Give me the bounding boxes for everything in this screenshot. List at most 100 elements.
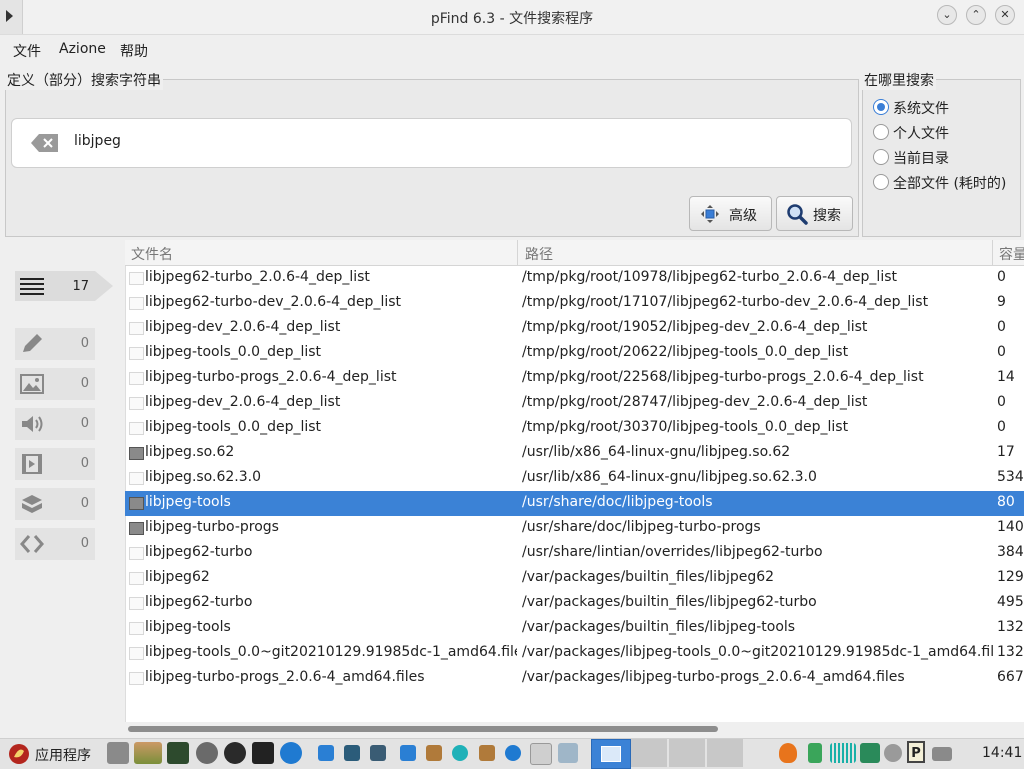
magnifier-icon (787, 204, 808, 225)
search-input-value[interactable]: libjpeg (74, 133, 121, 149)
cell-size: 132 (997, 619, 1024, 635)
menu-file[interactable]: 文件 (13, 41, 41, 61)
move-arrows-icon (701, 205, 719, 223)
column-header-path[interactable]: 路径 (525, 244, 553, 264)
table-row[interactable]: libjpeg-turbo-progs_2.0.6-4_dep_list/tmp… (125, 366, 1024, 391)
cell-path: /tmp/pkg/root/28747/libjpeg-dev_2.0.6-4_… (522, 394, 868, 410)
cell-name: libjpeg-tools_0.0_dep_list (145, 344, 322, 360)
table-row[interactable]: libjpeg-dev_2.0.6-4_dep_list/tmp/pkg/roo… (125, 391, 1024, 416)
display-icon[interactable] (860, 743, 880, 763)
system-monitor-icon[interactable] (167, 742, 189, 764)
volume-icon[interactable] (884, 744, 902, 762)
table-row[interactable]: libjpeg-tools/usr/share/doc/libjpeg-tool… (125, 491, 1024, 516)
clock: 14:41 (982, 745, 1023, 761)
search-button[interactable]: 搜索 (776, 196, 853, 231)
screen-icon[interactable] (370, 745, 386, 761)
column-header-name[interactable]: 文件名 (131, 244, 173, 264)
category-code[interactable]: 0 (15, 528, 95, 560)
category-audio[interactable]: 0 (15, 408, 95, 440)
minimize-button[interactable]: ⌄ (937, 5, 957, 25)
category-archives-count: 0 (80, 496, 89, 511)
cell-size: 17 (997, 444, 1015, 460)
cell-path: /usr/share/lintian/overrides/libjpeg62-t… (522, 544, 823, 560)
folder-icon[interactable] (318, 745, 334, 761)
package-tool-icon[interactable] (426, 745, 442, 761)
column-divider[interactable] (992, 240, 993, 265)
close-button[interactable]: ✕ (995, 5, 1015, 25)
media-player-icon[interactable] (224, 742, 246, 764)
table-row[interactable]: libjpeg.so.62.3.0/usr/lib/x86_64-linux-g… (125, 466, 1024, 491)
code-icon (20, 535, 44, 553)
table-row[interactable]: libjpeg62-turbo/var/packages/builtin_fil… (125, 591, 1024, 616)
table-row[interactable]: libjpeg62/var/packages/builtin_files/lib… (125, 566, 1024, 591)
table-row[interactable]: libjpeg-turbo-progs/usr/share/doc/libjpe… (125, 516, 1024, 541)
column-header-size[interactable]: 容量 (999, 244, 1024, 264)
horizontal-scrollbar-thumb[interactable] (128, 726, 718, 732)
table-row[interactable]: libjpeg62-turbo/usr/share/lintian/overri… (125, 541, 1024, 566)
table-row[interactable]: libjpeg-tools/var/packages/builtin_files… (125, 616, 1024, 641)
table-row[interactable]: libjpeg.so.62/usr/lib/x86_64-linux-gnu/l… (125, 441, 1024, 466)
maximize-button[interactable]: ⌃ (966, 5, 986, 25)
where-group-label: 在哪里搜索 (862, 70, 936, 90)
network-icon[interactable] (808, 743, 822, 763)
cpu-monitor-icon[interactable] (134, 742, 162, 764)
cell-path: /tmp/pkg/root/17107/libjpeg62-turbo-dev_… (522, 294, 929, 310)
menu-help[interactable]: 帮助 (120, 41, 148, 61)
table-row[interactable]: libjpeg62-turbo_2.0.6-4_dep_list/tmp/pkg… (125, 266, 1024, 291)
cell-path: /usr/share/doc/libjpeg-turbo-progs (522, 519, 761, 535)
workspace-4[interactable] (707, 739, 743, 767)
settings-icon[interactable] (196, 742, 218, 764)
radio-system-files-label[interactable]: 系统文件 (893, 98, 949, 118)
apps-menu-label[interactable]: 应用程序 (35, 745, 91, 765)
clear-input-icon[interactable] (30, 133, 60, 153)
column-divider[interactable] (517, 240, 518, 265)
radio-all-files-label[interactable]: 全部文件 (耗时的) (893, 173, 1006, 193)
pfind-tray-icon[interactable]: P (907, 741, 925, 763)
cell-path: /usr/lib/x86_64-linux-gnu/libjpeg.so.62 (522, 444, 791, 460)
table-row[interactable]: libjpeg-tools_0.0_dep_list/tmp/pkg/root/… (125, 416, 1024, 441)
archive-icon[interactable] (479, 745, 495, 761)
browser-small-icon[interactable] (452, 745, 468, 761)
radio-personal-files[interactable] (873, 124, 889, 140)
file-icon (129, 672, 144, 685)
category-documents[interactable]: 0 (15, 328, 95, 360)
image-icon (20, 374, 44, 394)
terminal-small-icon[interactable] (344, 745, 360, 761)
category-all[interactable]: 17 (15, 271, 95, 301)
table-row[interactable]: libjpeg-dev_2.0.6-4_dep_list/tmp/pkg/roo… (125, 316, 1024, 341)
category-images[interactable]: 0 (15, 368, 95, 400)
radio-all-files[interactable] (873, 174, 889, 190)
edge-icon[interactable] (505, 745, 521, 761)
terminal-icon[interactable] (252, 742, 274, 764)
cell-name: libjpeg.so.62.3.0 (145, 469, 261, 485)
table-row[interactable]: libjpeg62-turbo-dev_2.0.6-4_dep_list/tmp… (125, 291, 1024, 316)
table-row[interactable]: libjpeg-tools_0.0_dep_list/tmp/pkg/root/… (125, 341, 1024, 366)
file-icon (129, 622, 144, 635)
folder-icon-2[interactable] (400, 745, 416, 761)
category-archives[interactable]: 0 (15, 488, 95, 520)
category-video[interactable]: 0 (15, 448, 95, 480)
menu-azione[interactable]: Azione (59, 41, 106, 57)
app-menu-icon[interactable] (8, 743, 30, 765)
cell-name: libjpeg-dev_2.0.6-4_dep_list (145, 319, 341, 335)
fire-icon[interactable] (779, 743, 797, 763)
radio-current-dir-label[interactable]: 当前目录 (893, 148, 949, 168)
table-row[interactable]: libjpeg-tools_0.0~git20210129.91985dc-1_… (125, 641, 1024, 666)
folder-icon (129, 497, 144, 510)
search-input[interactable] (11, 118, 852, 168)
workspace-3[interactable] (669, 739, 705, 767)
advanced-label: 高级 (729, 208, 757, 224)
cell-name: libjpeg-tools (145, 619, 231, 635)
radio-system-files[interactable] (873, 99, 889, 115)
launcher-icon[interactable] (107, 742, 129, 764)
radio-personal-files-label[interactable]: 个人文件 (893, 123, 949, 143)
net-activity-icon[interactable] (830, 743, 856, 763)
table-row[interactable]: libjpeg-turbo-progs_2.0.6-4_amd64.files /… (125, 666, 1024, 691)
camera-icon[interactable] (558, 743, 578, 763)
advanced-button[interactable]: 高级 (689, 196, 772, 231)
radio-current-dir[interactable] (873, 149, 889, 165)
keyboard-icon[interactable] (932, 747, 952, 761)
workspace-2[interactable] (631, 739, 667, 767)
browser-icon[interactable] (280, 742, 302, 764)
window-icon[interactable] (530, 743, 552, 765)
